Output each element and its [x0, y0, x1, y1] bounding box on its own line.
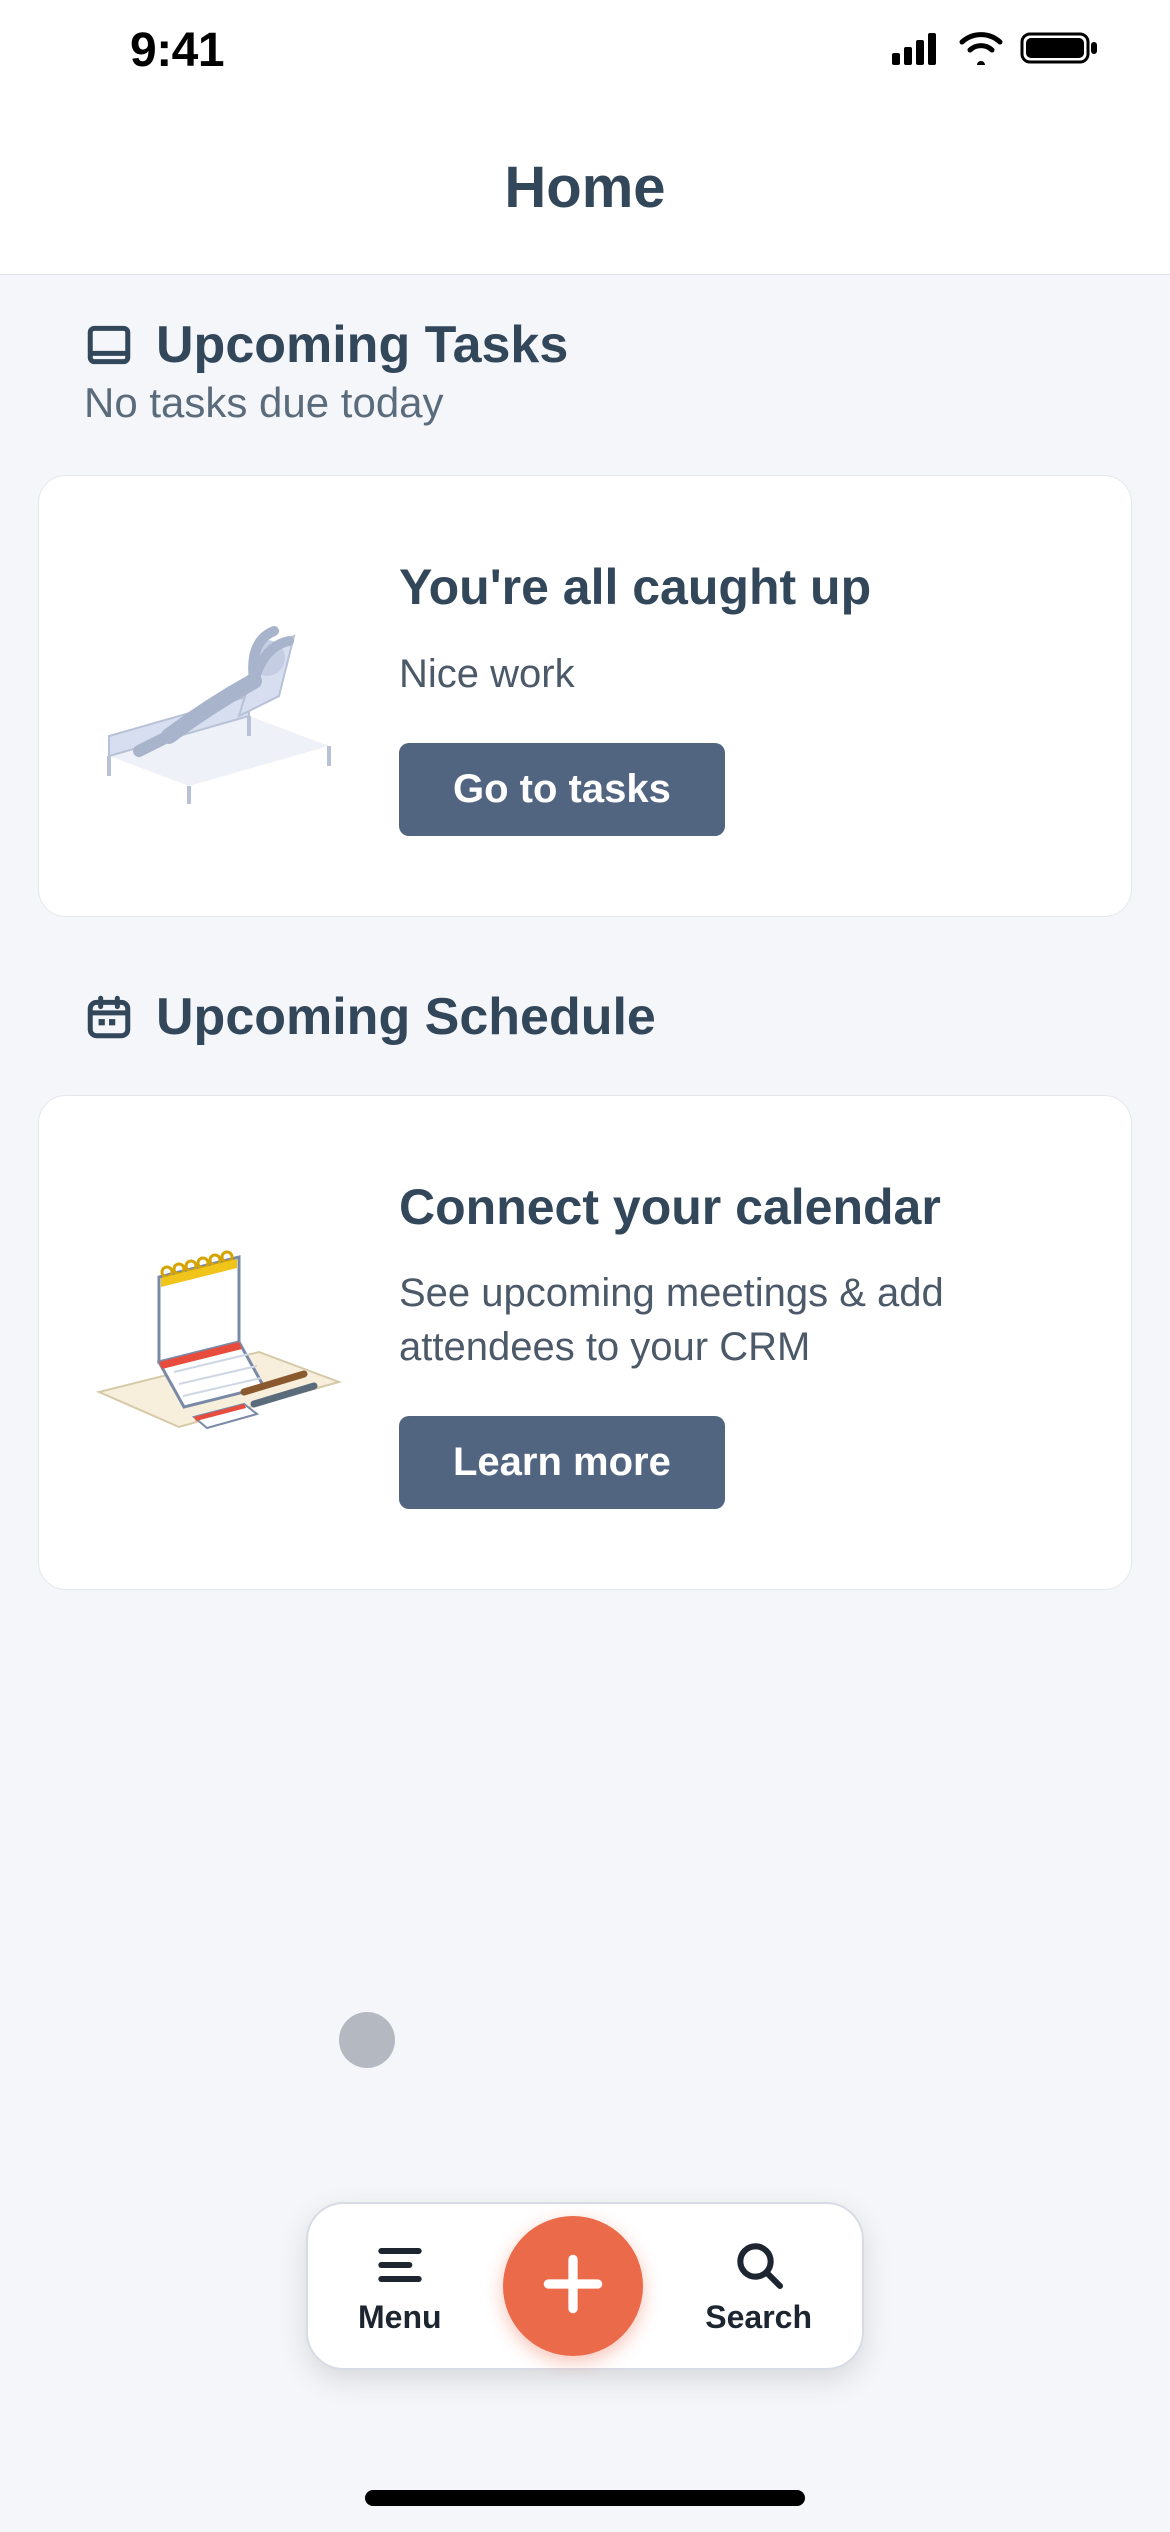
tasks-card-body: You're all caught up Nice work Go to tas… [399, 556, 1071, 836]
wifi-icon [958, 31, 1004, 70]
search-button[interactable]: Search [705, 2237, 812, 2336]
page-indicator-dot [339, 2012, 395, 2068]
tasks-card-title: You're all caught up [399, 556, 1071, 619]
schedule-card: Connect your calendar See upcoming meeti… [38, 1095, 1132, 1591]
status-indicators [892, 30, 1100, 71]
nav-bar: Home [0, 100, 1170, 275]
tasks-card-text: Nice work [399, 647, 1071, 701]
desk-calendar-illustration [79, 1222, 359, 1462]
tasks-section-title: Upcoming Tasks [156, 315, 568, 375]
upcoming-schedule-section: Upcoming Schedule [38, 987, 1132, 1591]
search-label: Search [705, 2299, 812, 2336]
menu-icon [372, 2237, 428, 2293]
relaxing-person-illustration [79, 576, 359, 816]
cellular-signal-icon [892, 31, 942, 70]
menu-label: Menu [358, 2299, 442, 2336]
upcoming-tasks-section: Upcoming Tasks No tasks due today [38, 315, 1132, 917]
go-to-tasks-button[interactable]: Go to tasks [399, 743, 725, 836]
page-title: Home [504, 154, 665, 221]
schedule-card-text: See upcoming meetings & add attendees to… [399, 1266, 1071, 1374]
menu-button[interactable]: Menu [358, 2237, 442, 2336]
calendar-icon [84, 992, 134, 1042]
plus-icon [536, 2247, 610, 2326]
main-content: Upcoming Tasks No tasks due today [0, 275, 1170, 1590]
schedule-card-body: Connect your calendar See upcoming meeti… [399, 1176, 1071, 1510]
schedule-section-title: Upcoming Schedule [156, 987, 656, 1047]
home-indicator [365, 2490, 805, 2506]
add-button[interactable] [503, 2216, 643, 2356]
tasks-icon [84, 320, 134, 370]
bottom-bar: Menu Search [306, 2202, 864, 2370]
tasks-section-subtitle: No tasks due today [38, 379, 1132, 427]
status-time: 9:41 [130, 23, 224, 78]
battery-icon [1020, 30, 1100, 71]
status-bar: 9:41 [0, 0, 1170, 100]
schedule-section-header: Upcoming Schedule [38, 987, 1132, 1047]
learn-more-button[interactable]: Learn more [399, 1416, 725, 1509]
tasks-section-header: Upcoming Tasks [38, 315, 1132, 375]
schedule-card-title: Connect your calendar [399, 1176, 1071, 1239]
search-icon [731, 2237, 787, 2293]
tasks-card: You're all caught up Nice work Go to tas… [38, 475, 1132, 917]
